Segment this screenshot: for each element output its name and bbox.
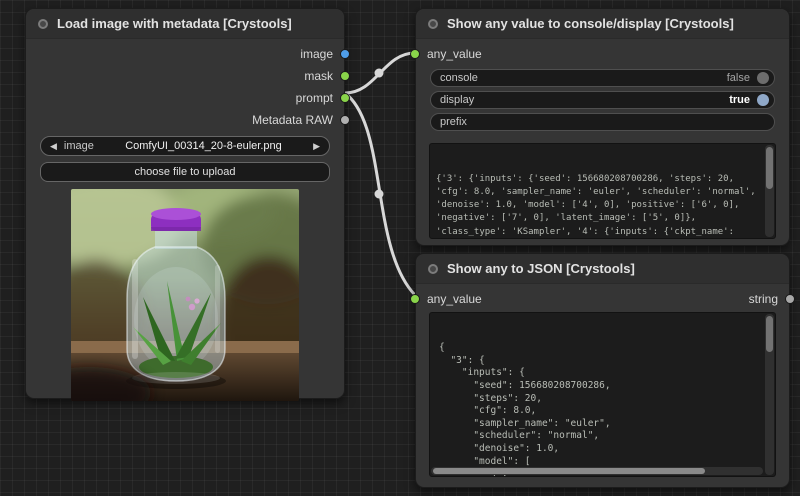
json-output-textbox[interactable]: { "3": { "inputs": { "seed": 15668020870… [429, 312, 776, 477]
combo-label: image [64, 140, 94, 152]
widget-value: true [729, 94, 750, 106]
slot-label: prompt [296, 91, 333, 105]
slot-label: string [749, 292, 778, 306]
node-show-json[interactable]: Show any to JSON [Crystools] any_value s… [415, 253, 790, 488]
toggle-knob-icon[interactable] [757, 94, 769, 106]
scrollbar-thumb[interactable] [433, 468, 705, 474]
node-title: Show any to JSON [Crystools] [447, 261, 635, 276]
node-title-bar[interactable]: Show any value to console/display [Cryst… [416, 9, 789, 39]
output-dot-metadata-raw[interactable] [340, 115, 350, 125]
image-combo-widget[interactable]: ◀ image ComfyUI_00314_20-8-euler.png ▶ [40, 136, 330, 156]
image-preview [71, 189, 299, 401]
input-slot-any-value: any_value [416, 292, 482, 306]
widget-display-toggle[interactable]: display true [430, 91, 775, 109]
slot-label: Metadata RAW [252, 113, 333, 127]
output-slot-prompt: prompt [26, 87, 344, 109]
output-slot-image: image [26, 43, 344, 65]
output-dot-prompt[interactable] [340, 93, 350, 103]
output-dot-string[interactable] [785, 294, 795, 304]
link-dot[interactable] [375, 190, 384, 199]
vertical-scrollbar[interactable] [765, 314, 774, 475]
graph-canvas[interactable]: Load image with metadata [Crystools] ima… [0, 0, 800, 496]
widget-label: display [440, 94, 474, 106]
widget-console-toggle[interactable]: console false [430, 69, 775, 87]
slot-label: any_value [427, 292, 482, 306]
scrollbar-thumb[interactable] [766, 147, 773, 189]
combo-next-arrow-icon[interactable]: ▶ [313, 141, 320, 152]
slot-label: any_value [427, 47, 482, 61]
slot-label: image [300, 47, 333, 61]
console-output-text: {'3': {'inputs': {'seed': 15668020870028… [436, 173, 769, 239]
horizontal-scrollbar[interactable] [431, 467, 763, 475]
collapse-dot-icon[interactable] [428, 264, 438, 274]
node-title-bar[interactable]: Show any to JSON [Crystools] [416, 254, 789, 284]
input-dot-any-value[interactable] [410, 294, 420, 304]
node-title: Load image with metadata [Crystools] [57, 16, 292, 31]
console-output-textbox[interactable]: {'3': {'inputs': {'seed': 15668020870028… [429, 143, 776, 239]
node-show-any-value[interactable]: Show any value to console/display [Cryst… [415, 8, 790, 246]
combo-value: ComfyUI_00314_20-8-euler.png [94, 140, 313, 152]
node-title-bar[interactable]: Load image with metadata [Crystools] [26, 9, 344, 39]
node-load-image[interactable]: Load image with metadata [Crystools] ima… [25, 8, 345, 399]
slot-label: mask [304, 69, 333, 83]
input-slot-any-value: any_value [416, 43, 789, 65]
io-row: any_value string [416, 288, 789, 310]
input-dot-any-value[interactable] [410, 49, 420, 59]
output-slot-mask: mask [26, 65, 344, 87]
vertical-scrollbar[interactable] [765, 145, 774, 237]
widget-label: prefix [440, 116, 467, 128]
widget-value: false [727, 72, 750, 84]
json-output-text: { "3": { "inputs": { "seed": 15668020870… [439, 342, 766, 477]
output-dot-image[interactable] [340, 49, 350, 59]
widget-prefix-field[interactable]: prefix [430, 113, 775, 131]
node-title: Show any value to console/display [Cryst… [447, 16, 734, 31]
upload-button[interactable]: choose file to upload [40, 162, 330, 182]
collapse-dot-icon[interactable] [38, 19, 48, 29]
output-slot-metadata-raw: Metadata RAW [26, 109, 344, 131]
output-dot-mask[interactable] [340, 71, 350, 81]
combo-prev-arrow-icon[interactable]: ◀ [50, 141, 57, 152]
scrollbar-thumb[interactable] [766, 316, 773, 352]
collapse-dot-icon[interactable] [428, 19, 438, 29]
toggle-knob-icon[interactable] [757, 72, 769, 84]
link-dot[interactable] [375, 69, 384, 78]
output-slot-string: string [749, 292, 789, 306]
widget-label: console [440, 72, 478, 84]
